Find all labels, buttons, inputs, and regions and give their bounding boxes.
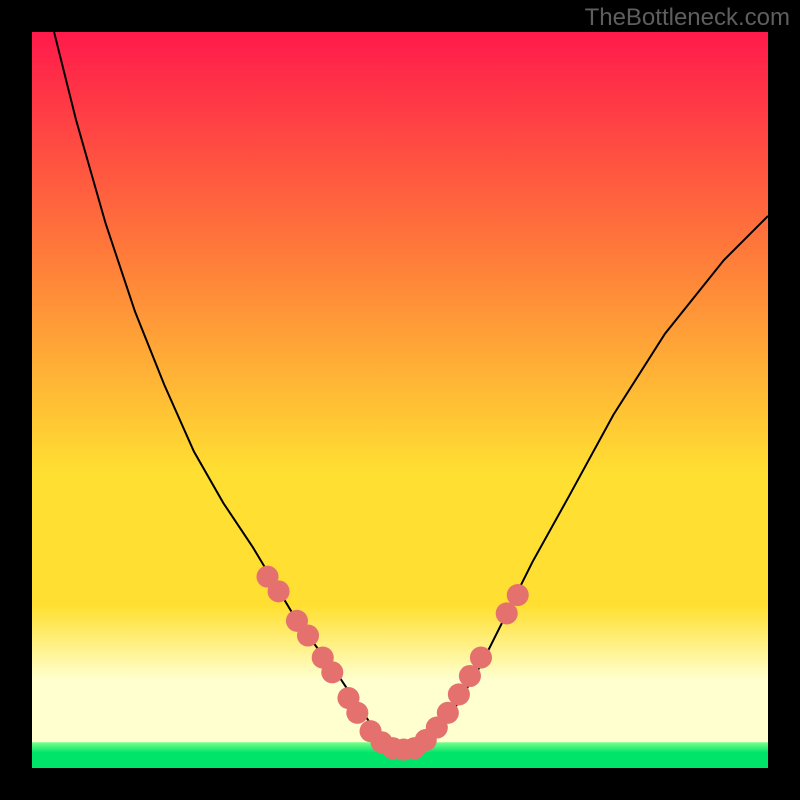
curve-layer: [32, 32, 768, 768]
highlight-dot: [496, 602, 518, 624]
highlight-dot: [448, 683, 470, 705]
bottleneck-curve: [54, 32, 768, 750]
chart-frame: TheBottleneck.com: [0, 0, 800, 800]
highlight-dot: [297, 624, 319, 646]
highlight-dot: [437, 702, 459, 724]
highlight-dot: [507, 584, 529, 606]
highlight-dot: [346, 702, 368, 724]
highlight-dot: [321, 661, 343, 683]
highlight-dot: [268, 580, 290, 602]
highlight-dot: [459, 665, 481, 687]
watermark-text: TheBottleneck.com: [585, 4, 790, 32]
highlight-dot: [470, 647, 492, 669]
highlight-dots: [256, 566, 528, 761]
plot-area: [32, 32, 768, 768]
